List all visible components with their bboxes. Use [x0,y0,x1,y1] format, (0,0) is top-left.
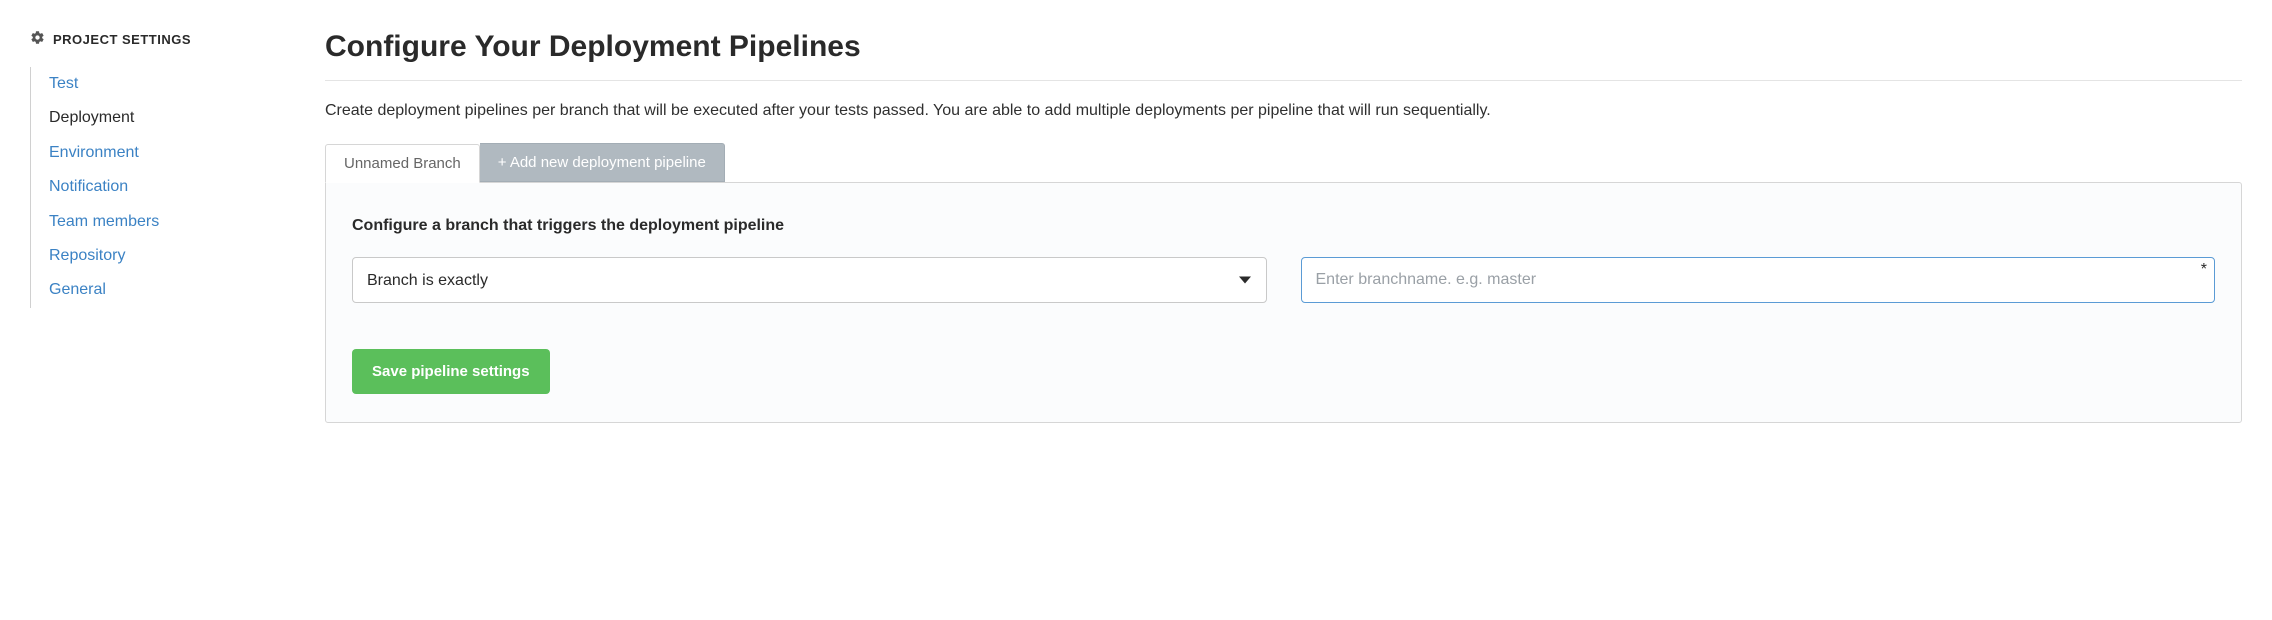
sidebar-item-notification[interactable]: Notification [31,170,270,204]
gears-icon [30,30,45,49]
button-label: Save pipeline settings [372,363,530,380]
sidebar: PROJECT SETTINGS Test Deployment Environ… [0,0,290,620]
main-content: Configure Your Deployment Pipelines Crea… [290,0,2272,620]
page-description: Create deployment pipelines per branch t… [325,99,2242,123]
tab-label: + Add new deployment pipeline [498,154,706,171]
sidebar-header: PROJECT SETTINGS [30,30,270,49]
sidebar-item-label: Environment [49,144,139,161]
branch-condition-select[interactable]: Branch is exactly [352,257,1267,303]
branch-form-row: Branch is exactly * [352,257,2215,303]
sidebar-heading: PROJECT SETTINGS [53,32,191,47]
sidebar-item-team-members[interactable]: Team members [31,205,270,239]
tabs-row: Unnamed Branch + Add new deployment pipe… [325,143,2242,182]
sidebar-nav: Test Deployment Environment Notification… [30,67,270,308]
sidebar-item-label: Team members [49,213,159,230]
sidebar-item-label: Deployment [49,109,134,126]
sidebar-item-repository[interactable]: Repository [31,239,270,273]
sidebar-item-label: Notification [49,178,128,195]
branch-condition-select-wrap: Branch is exactly [352,257,1267,303]
save-pipeline-button[interactable]: Save pipeline settings [352,349,550,394]
sidebar-item-test[interactable]: Test [31,67,270,101]
sidebar-item-label: General [49,281,106,298]
tab-unnamed-branch[interactable]: Unnamed Branch [325,144,480,183]
branch-name-input-wrap: * [1301,257,2216,303]
sidebar-item-label: Test [49,75,78,92]
sidebar-item-environment[interactable]: Environment [31,136,270,170]
page-title: Configure Your Deployment Pipelines [325,30,2242,81]
tab-add-pipeline[interactable]: + Add new deployment pipeline [480,143,725,182]
sidebar-item-label: Repository [49,247,125,264]
section-heading: Configure a branch that triggers the dep… [352,217,2215,235]
sidebar-item-deployment[interactable]: Deployment [31,101,270,135]
sidebar-item-general[interactable]: General [31,273,270,307]
pipeline-config-panel: Configure a branch that triggers the dep… [325,182,2242,423]
branch-name-input[interactable] [1301,257,2216,303]
tab-label: Unnamed Branch [344,155,461,172]
